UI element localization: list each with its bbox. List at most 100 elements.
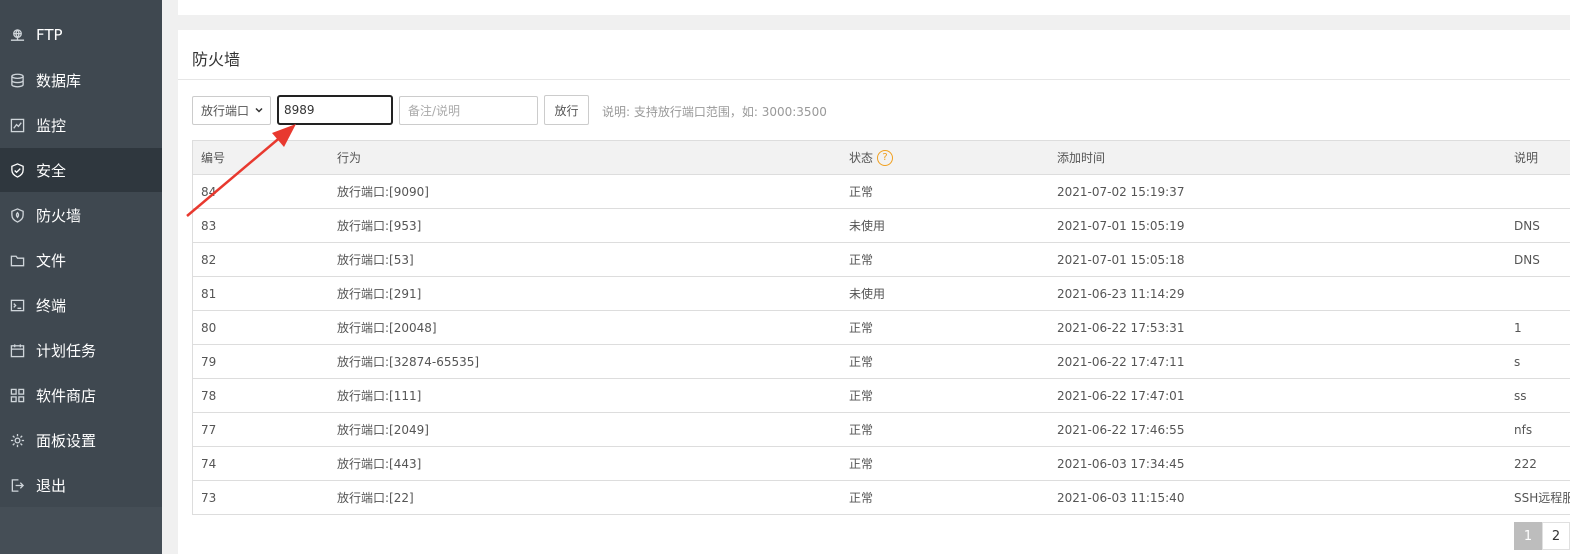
cell-state: 未使用 bbox=[849, 219, 886, 233]
cell-state: 正常 bbox=[849, 423, 874, 437]
table-row: 83 放行端口:[953] 未使用 2021-07-01 15:05:19 DNS bbox=[193, 209, 1570, 243]
cell-action: 放行端口:[291] bbox=[337, 287, 422, 301]
cell-time: 2021-06-22 17:46:55 bbox=[1057, 423, 1185, 437]
pagination: 1 2 bbox=[1514, 522, 1570, 550]
sidebar-item-label: 安全 bbox=[36, 161, 67, 180]
cell-action: 放行端口:[953] bbox=[337, 219, 422, 233]
cell-action: 放行端口:[2049] bbox=[337, 423, 429, 437]
cell-action: 放行端口:[9090] bbox=[337, 185, 429, 199]
port-input[interactable] bbox=[277, 95, 393, 125]
cell-action: 放行端口:[53] bbox=[337, 253, 414, 267]
ftp-icon bbox=[9, 27, 25, 43]
header-note: 说明 bbox=[1514, 151, 1539, 165]
table-row: 82 放行端口:[53] 正常 2021-07-01 15:05:18 DNS bbox=[193, 243, 1570, 277]
cell-time: 2021-06-22 17:47:01 bbox=[1057, 389, 1185, 403]
sidebar-item-label: 面板设置 bbox=[36, 431, 97, 450]
divider bbox=[178, 79, 1570, 80]
firewall-icon bbox=[9, 207, 25, 223]
sidebar-item-database[interactable]: 数据库 bbox=[0, 58, 162, 102]
help-icon[interactable]: ? bbox=[877, 150, 894, 166]
cell-action: 放行端口:[443] bbox=[337, 457, 422, 471]
rules-table: 编号 行为 状态 ? 添加时间 说明 84 放行端口:[9090] 正常 2021-0… bbox=[192, 140, 1570, 515]
cell-note: DNS bbox=[1514, 219, 1540, 233]
cell-id: 82 bbox=[201, 253, 217, 267]
cell-time: 2021-07-01 15:05:18 bbox=[1057, 253, 1185, 267]
header-state: 状态 ? bbox=[849, 141, 894, 175]
note-input[interactable] bbox=[399, 96, 538, 125]
table-row: 84 放行端口:[9090] 正常 2021-07-02 15:19:37 bbox=[193, 175, 1570, 209]
cell-state: 正常 bbox=[849, 389, 874, 403]
cell-state: 未使用 bbox=[849, 287, 886, 301]
release-button[interactable]: 放行 bbox=[544, 95, 589, 125]
header-state-label: 状态 bbox=[849, 151, 874, 165]
cell-id: 81 bbox=[201, 287, 217, 301]
cell-action: 放行端口:[22] bbox=[337, 491, 414, 505]
table-body: 84 放行端口:[9090] 正常 2021-07-02 15:19:37 83 放行端口… bbox=[193, 175, 1570, 515]
cell-time: 2021-06-22 17:47:11 bbox=[1057, 355, 1185, 369]
folder-icon bbox=[9, 252, 25, 268]
cell-note: SSH远程服 bbox=[1514, 491, 1570, 505]
sidebar-item-security[interactable]: 安全 bbox=[0, 148, 162, 192]
sidebar-item-cron[interactable]: 计划任务 bbox=[0, 328, 162, 372]
cell-action: 放行端口:[20048] bbox=[337, 321, 437, 335]
sidebar-item-settings[interactable]: 面板设置 bbox=[0, 418, 162, 462]
page-next[interactable]: 2 bbox=[1542, 522, 1570, 550]
cell-id: 84 bbox=[201, 185, 217, 199]
sidebar-item-monitor[interactable]: 监控 bbox=[0, 103, 162, 147]
cell-id: 78 bbox=[201, 389, 217, 403]
rule-type-value: 放行端口 bbox=[201, 104, 250, 118]
sidebar-item-label: 终端 bbox=[36, 296, 67, 315]
header-time: 添加时间 bbox=[1057, 151, 1106, 165]
cell-note: 222 bbox=[1514, 457, 1537, 471]
sidebar-item-label: 监控 bbox=[36, 116, 67, 135]
sidebar-item-label: 软件商店 bbox=[36, 386, 97, 405]
sidebar: FTP 数据库 监控 安全 防火墙 文件 终端 计划任务 软件商店 面板设置 退… bbox=[0, 0, 162, 554]
sidebar-item-label: 数据库 bbox=[36, 71, 82, 90]
cell-note: nfs bbox=[1514, 423, 1533, 437]
cell-time: 2021-06-23 11:14:29 bbox=[1057, 287, 1185, 301]
hint-text: 说明: 支持放行端口范围，如: 3000:3500 bbox=[602, 105, 827, 119]
sidebar-item-logout[interactable]: 退出 bbox=[0, 463, 162, 507]
cell-id: 73 bbox=[201, 491, 217, 505]
header-id: 编号 bbox=[201, 151, 226, 165]
header-action: 行为 bbox=[337, 151, 362, 165]
cell-time: 2021-06-22 17:53:31 bbox=[1057, 321, 1185, 335]
sidebar-footer bbox=[0, 507, 162, 554]
sidebar-item-label: 文件 bbox=[36, 251, 67, 270]
cell-id: 83 bbox=[201, 219, 217, 233]
sidebar-item-ftp[interactable]: FTP bbox=[0, 13, 162, 57]
cell-state: 正常 bbox=[849, 457, 874, 471]
sidebar-item-store[interactable]: 软件商店 bbox=[0, 373, 162, 417]
sidebar-item-firewall[interactable]: 防火墙 bbox=[0, 193, 162, 237]
table-row: 74 放行端口:[443] 正常 2021-06-03 17:34:45 222 bbox=[193, 447, 1570, 481]
cell-time: 2021-07-01 15:05:19 bbox=[1057, 219, 1185, 233]
logout-icon bbox=[9, 477, 25, 493]
sidebar-item-label: 退出 bbox=[36, 476, 67, 495]
top-panel bbox=[178, 0, 1570, 15]
table-row: 80 放行端口:[20048] 正常 2021-06-22 17:53:31 1 bbox=[193, 311, 1570, 345]
cell-state: 正常 bbox=[849, 491, 874, 505]
cell-state: 正常 bbox=[849, 321, 874, 335]
table-row: 81 放行端口:[291] 未使用 2021-06-23 11:14:29 bbox=[193, 277, 1570, 311]
cell-id: 80 bbox=[201, 321, 217, 335]
cell-note: s bbox=[1514, 355, 1521, 369]
page-current[interactable]: 1 bbox=[1514, 522, 1542, 550]
cell-time: 2021-06-03 11:15:40 bbox=[1057, 491, 1185, 505]
cell-action: 放行端口:[111] bbox=[337, 389, 422, 403]
rule-type-select[interactable]: 放行端口 bbox=[192, 96, 271, 125]
sidebar-item-label: 计划任务 bbox=[36, 341, 97, 360]
cell-note: ss bbox=[1514, 389, 1527, 403]
terminal-icon bbox=[9, 297, 25, 313]
table-header: 编号 行为 状态 ? 添加时间 说明 bbox=[193, 141, 1570, 175]
cell-id: 77 bbox=[201, 423, 217, 437]
sidebar-item-files[interactable]: 文件 bbox=[0, 238, 162, 282]
cell-id: 74 bbox=[201, 457, 217, 471]
cell-id: 79 bbox=[201, 355, 217, 369]
cell-state: 正常 bbox=[849, 253, 874, 267]
sidebar-item-terminal[interactable]: 终端 bbox=[0, 283, 162, 327]
grid-icon bbox=[9, 387, 25, 403]
cell-action: 放行端口:[32874-65535] bbox=[337, 355, 480, 369]
cell-time: 2021-07-02 15:19:37 bbox=[1057, 185, 1185, 199]
cell-note: DNS bbox=[1514, 253, 1540, 267]
table-row: 73 放行端口:[22] 正常 2021-06-03 11:15:40 SSH远程服 bbox=[193, 481, 1570, 515]
